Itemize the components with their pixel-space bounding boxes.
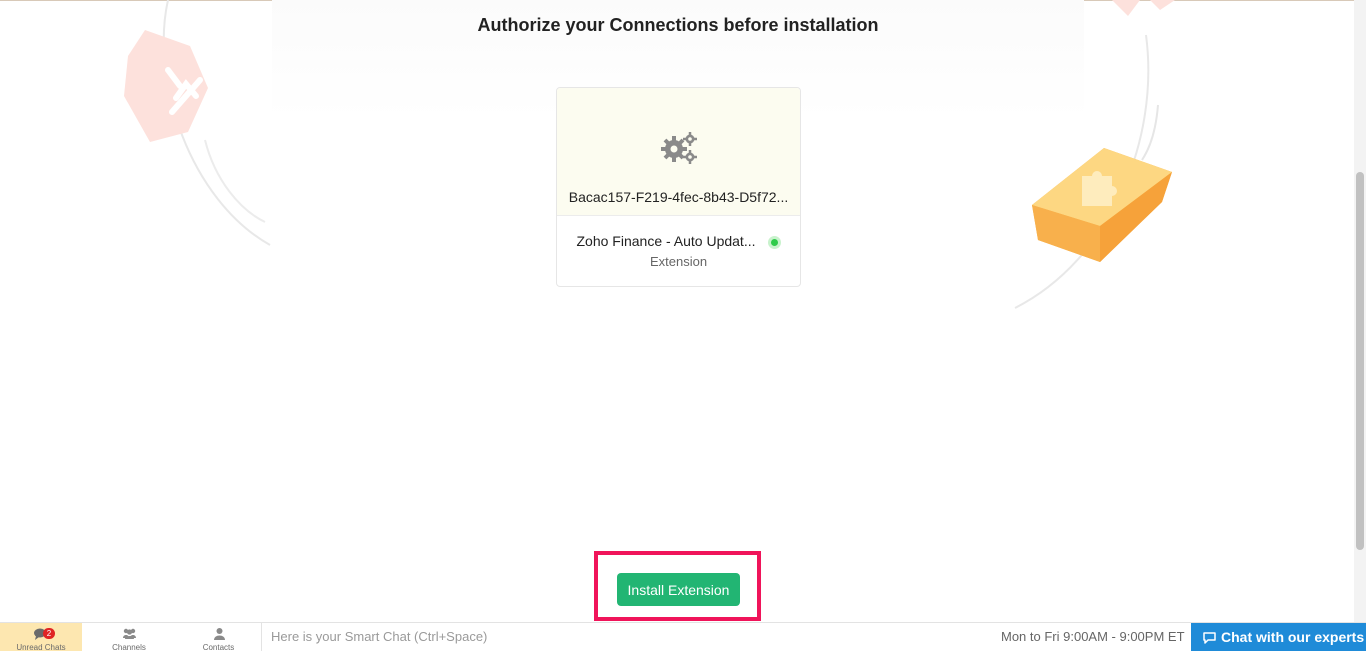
extension-name: Zoho Finance - Auto Updat... [576, 233, 756, 249]
tab-contacts[interactable]: Contacts [176, 623, 262, 651]
arrow-badge-icon [124, 30, 208, 142]
install-extension-button[interactable]: Install Extension [617, 573, 740, 606]
unread-count-badge: 2 [43, 628, 55, 639]
page-scrollbar[interactable] [1354, 0, 1366, 622]
connection-card[interactable]: Bacac157-F219-4fec-8b43-D5f72... Zoho Fi… [556, 87, 801, 287]
page-title: Authorize your Connections before instal… [477, 15, 879, 35]
smart-chat-input[interactable]: Here is your Smart Chat (Ctrl+Space) [271, 629, 487, 644]
install-page: Authorize your Connections before instal… [0, 0, 1366, 651]
tab-label: Contacts [202, 643, 235, 651]
chat-with-experts-button[interactable]: Chat with our experts [1191, 623, 1366, 651]
chat-bottom-bar: 2 Unread Chats Channels Contacts Here is… [0, 622, 1366, 651]
connected-status-dot [768, 236, 781, 249]
puzzle-block-icon [1032, 148, 1172, 262]
chat-button-label: Chat with our experts [1221, 629, 1365, 645]
support-hours: Mon to Fri 9:00AM - 9:00PM ET [1001, 629, 1185, 644]
connection-card-header: Bacac157-F219-4fec-8b43-D5f72... [557, 88, 800, 216]
chat-bubble-icon [1203, 632, 1216, 644]
extension-type-label: Extension [649, 254, 708, 269]
scrollbar-thumb[interactable] [1356, 172, 1364, 550]
person-icon [214, 628, 225, 640]
tab-unread-chats[interactable]: 2 Unread Chats [0, 623, 82, 651]
tab-label: Channels [112, 643, 146, 651]
tab-label: Unread Chats [16, 643, 66, 651]
group-icon [123, 628, 136, 639]
tab-channels[interactable]: Channels [82, 623, 176, 651]
connection-name: Bacac157-F219-4fec-8b43-D5f72... [568, 189, 789, 205]
gears-icon [659, 131, 699, 165]
